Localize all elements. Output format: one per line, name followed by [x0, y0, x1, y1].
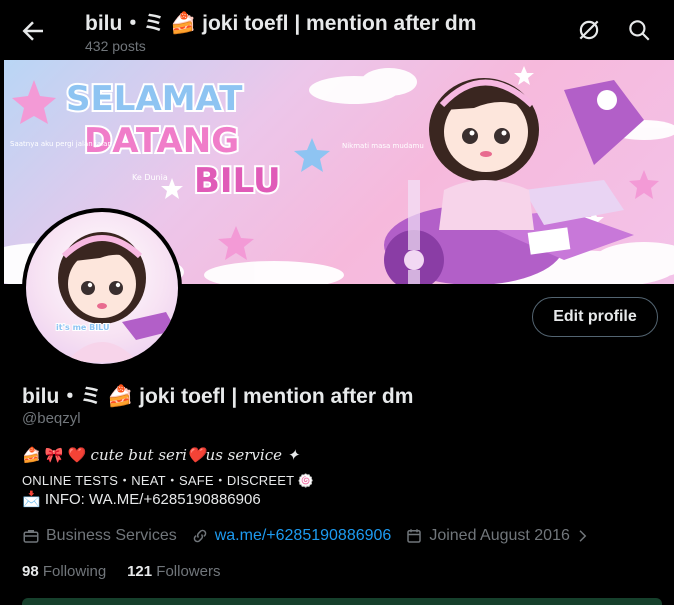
- avatar[interactable]: it's me BILU: [26, 212, 178, 364]
- back-arrow-icon[interactable]: [18, 16, 48, 46]
- avatar-border: it's me BILU: [22, 208, 182, 368]
- banner-ke-dunia: Ke Dunia: [132, 173, 168, 182]
- bio-line-3: 📩 INFO: WA.ME/+6285190886906: [22, 491, 261, 508]
- website-link[interactable]: wa.me/+6285190886906: [215, 527, 392, 545]
- bottom-panel-edge: [22, 598, 662, 605]
- followers-link[interactable]: 121 Followers: [127, 563, 220, 580]
- avatar-badge: it's me BILU: [56, 323, 110, 332]
- following-count: 98: [22, 563, 39, 580]
- grok-icon[interactable]: [576, 17, 602, 43]
- following-label: Following: [42, 563, 107, 580]
- pilot-girl-illustration: [429, 78, 539, 230]
- bio-line-2: ONLINE TESTS・NEAT・SAFE・DISCREET 🍥: [22, 473, 315, 488]
- banner-small-right: Nikmati masa mudamu: [342, 142, 424, 150]
- calendar-icon: [407, 529, 422, 543]
- profile-meta: Business Services wa.me/+6285190886906 J…: [22, 525, 604, 547]
- link-icon: [193, 529, 206, 543]
- followers-count: 121: [127, 563, 153, 580]
- user-handle: @beqzyl: [22, 410, 81, 427]
- category-item: Business Services: [22, 527, 177, 545]
- follow-stats: 98 Following 121 Followers: [22, 563, 220, 580]
- profile-header: bilu・ミ 🍰 joki toefl | mention after dm 4…: [0, 0, 674, 60]
- edit-profile-button[interactable]: Edit profile: [532, 297, 658, 337]
- bio-line-1: 🍰 🎀 ❤️ cute but seri❤️us service ✦: [22, 446, 299, 464]
- joined-item: Joined August 2016: [405, 527, 590, 545]
- banner-small-left: Saatnya aku pergi jalan jalan: [10, 140, 112, 148]
- following-link[interactable]: 98 Following: [22, 563, 106, 580]
- bio-emojis: 🍰 🎀 ❤️: [22, 447, 91, 464]
- briefcase-icon: [23, 530, 39, 543]
- banner-headline-3: BILU: [194, 161, 281, 201]
- bio-tagline: cute but seri❤️us service ✦: [90, 446, 300, 464]
- search-icon[interactable]: [626, 17, 652, 43]
- banner-headline-1: SELAMAT: [66, 79, 243, 119]
- header-title: bilu・ミ 🍰 joki toefl | mention after dm: [85, 12, 477, 35]
- followers-label: Followers: [156, 563, 221, 580]
- joined-label: Joined August 2016: [429, 527, 570, 544]
- category-label: Business Services: [46, 527, 177, 544]
- website-item[interactable]: wa.me/+6285190886906: [191, 527, 392, 545]
- display-name: bilu・ミ 🍰 joki toefl | mention after dm: [22, 385, 414, 408]
- avatar-illustration: it's me BILU: [55, 232, 176, 362]
- posts-count: 432 posts: [85, 38, 146, 54]
- chevron-right-icon[interactable]: [576, 527, 590, 545]
